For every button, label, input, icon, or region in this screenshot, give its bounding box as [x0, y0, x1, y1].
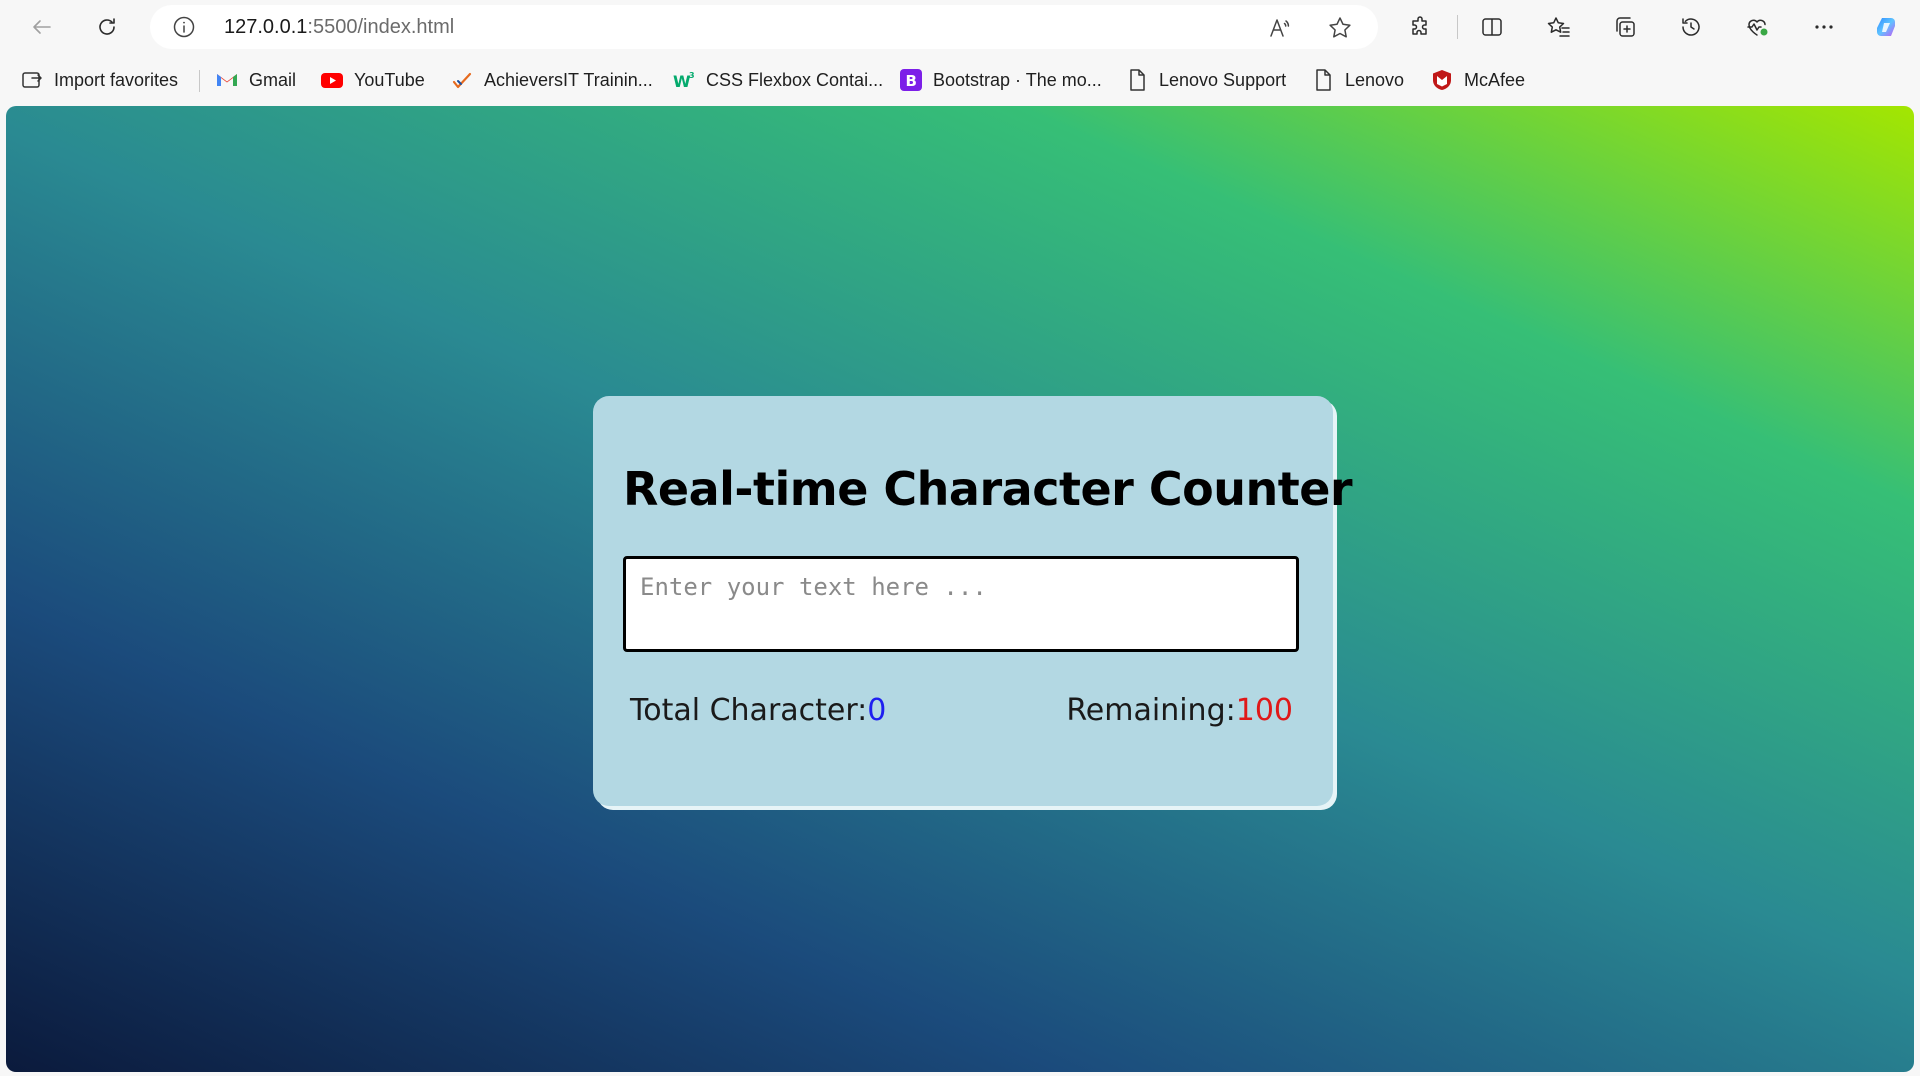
total-character-label: Total Character: — [630, 693, 868, 728]
text-input[interactable] — [623, 556, 1299, 652]
import-favorites-icon — [20, 68, 44, 92]
bookmark-label: Bootstrap · The mo... — [933, 69, 1102, 90]
bookmark-bootstrap[interactable]: B Bootstrap · The mo... — [899, 66, 1102, 94]
browser-window: 127.0.0.1:5500/index.html Import favorit… — [0, 0, 1920, 1076]
copilot-button[interactable] — [1868, 9, 1904, 45]
refresh-button[interactable] — [89, 9, 125, 45]
remaining-stat: Remaining:100 — [1066, 693, 1293, 728]
collections-button[interactable] — [1607, 9, 1643, 45]
url-host: 127.0.0.1 — [224, 16, 308, 38]
split-screen-button[interactable] — [1474, 9, 1510, 45]
bookmark-label: Import favorites — [54, 69, 179, 90]
bookmark-label: Gmail — [249, 69, 297, 90]
history-button[interactable] — [1673, 9, 1709, 45]
toolbar-divider — [1457, 15, 1458, 39]
read-aloud-icon[interactable] — [1268, 15, 1294, 41]
bookmark-label: AchieversIT Trainin... — [484, 69, 653, 90]
back-arrow-icon — [33, 20, 51, 34]
counter-card: Real-time Character Counter Total Charac… — [593, 396, 1353, 806]
favorites-button[interactable] — [1541, 9, 1577, 45]
bookmark-mcafee[interactable]: McAfee — [1430, 66, 1525, 94]
svg-text:B: B — [906, 72, 917, 90]
page-icon — [1125, 68, 1149, 92]
youtube-icon — [320, 68, 344, 92]
bookmark-label: YouTube — [354, 69, 425, 90]
bootstrap-icon: B — [899, 68, 923, 92]
puzzle-icon — [1412, 16, 1427, 35]
page-viewport: Real-time Character Counter Total Charac… — [6, 106, 1914, 1072]
achieversit-icon — [450, 68, 474, 92]
total-character-stat: Total Character:0 — [630, 693, 886, 728]
url-text[interactable]: 127.0.0.1:5500/index.html — [224, 16, 454, 39]
url-path: :5500/index.html — [307, 16, 455, 38]
bookmarks-bar: Import favorites Gmail YouTube Achievers… — [0, 58, 1920, 100]
site-info-icon[interactable] — [172, 15, 196, 39]
bookmark-gmail[interactable]: Gmail — [215, 66, 296, 94]
collections-icon — [1616, 17, 1635, 37]
browser-toolbar: 127.0.0.1:5500/index.html — [0, 0, 1920, 54]
bookmark-label: Lenovo — [1345, 69, 1405, 90]
bookmark-youtube[interactable]: YouTube — [320, 66, 425, 94]
browser-essentials-button[interactable] — [1739, 9, 1775, 45]
ellipsis-icon — [1815, 25, 1833, 29]
bookmark-lenovo[interactable]: Lenovo — [1311, 66, 1404, 94]
heart-pulse-icon — [1747, 19, 1768, 36]
remaining-label: Remaining: — [1066, 693, 1236, 728]
refresh-icon — [99, 18, 115, 35]
favorite-star-icon[interactable] — [1327, 15, 1353, 41]
bookmark-achieversit[interactable]: AchieversIT Trainin... — [450, 66, 653, 94]
w3schools-icon: W3 — [672, 68, 696, 92]
favorites-list-icon — [1547, 17, 1570, 37]
page-title: Real-time Character Counter — [623, 462, 1353, 516]
svg-text:3: 3 — [689, 71, 695, 80]
copilot-icon — [1877, 18, 1895, 36]
remaining-value: 100 — [1235, 693, 1293, 728]
bookmarks-divider — [199, 70, 200, 92]
bookmark-import-favorites[interactable]: Import favorites — [20, 66, 178, 94]
more-options-button[interactable] — [1806, 9, 1842, 45]
address-bar[interactable]: 127.0.0.1:5500/index.html — [150, 5, 1378, 49]
total-character-value: 0 — [867, 693, 887, 728]
bookmark-label: McAfee — [1464, 69, 1526, 90]
history-icon — [1682, 18, 1700, 36]
gmail-icon — [215, 68, 239, 92]
page-icon — [1311, 68, 1335, 92]
bookmark-lenovo-support[interactable]: Lenovo Support — [1125, 66, 1286, 94]
bookmark-css-flexbox[interactable]: W3 CSS Flexbox Contai... — [672, 66, 883, 94]
back-button[interactable] — [24, 9, 60, 45]
bookmark-label: CSS Flexbox Contai... — [706, 69, 884, 90]
extensions-button[interactable] — [1403, 9, 1439, 45]
split-screen-icon — [1482, 18, 1502, 36]
bookmark-label: Lenovo Support — [1159, 69, 1287, 90]
mcafee-icon — [1430, 68, 1454, 92]
